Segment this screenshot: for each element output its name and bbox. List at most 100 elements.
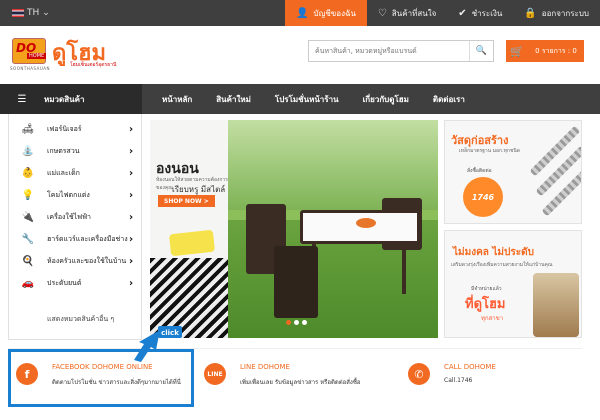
my-account-link[interactable]: 👤 บัญชีของฉัน [285, 0, 367, 26]
heart-icon: ♡ [377, 7, 387, 19]
phone-number: 1746 [471, 192, 495, 202]
search-input[interactable] [309, 41, 469, 61]
plants-ad[interactable]: ไม่มงคล ไม่ประดับ เสริมดวงรุ่งเรืองเพิ่ม… [444, 230, 582, 338]
line-contact[interactable]: LINE LINE DOHOME เพิ่มเพื่อนเลย รับข้อมู… [196, 349, 396, 407]
category-sidebar: 🛋 เฟอร์นิเจอร์ › ⛲ เกษตรสวน › 👶 แม่และเด… [8, 114, 142, 340]
plant-pot-image [533, 273, 579, 337]
banner-pillow [168, 229, 216, 257]
sidebar-item-kitchen[interactable]: 🍳 ห้องครัวและของใช้ในบ้าน › [9, 250, 141, 272]
sidebar-item-car-accessories[interactable]: 🚗 ประดับยนต์ › [9, 272, 141, 294]
thai-flag-icon [12, 9, 24, 17]
ad-subtitle: เหล็กมาตรฐาน มอก.ทุกชนิด [459, 148, 521, 154]
sidebar-item-garden[interactable]: ⛲ เกษตรสวน › [9, 140, 141, 162]
sidebar-item-label: โคมไฟตกแต่ง [47, 190, 90, 199]
category-menu-toggle[interactable]: ☰ หมวดสินค้า [0, 84, 142, 114]
account-links: 👤 บัญชีของฉัน ♡ สินค้าที่สนใจ ✔ ชำระเงิน… [285, 0, 600, 26]
line-description: เพิ่มเพื่อนเลย รับข้อมูลข่าวสาร หรือติดต… [240, 379, 361, 386]
nav-new-products[interactable]: สินค้าใหม่ [204, 84, 263, 114]
appliance-icon: 🔌 [21, 211, 35, 223]
sidebar-item-label: แม่และเด็ก [47, 168, 80, 177]
click-badge-text: click [161, 329, 179, 337]
chevron-right-icon: › [129, 189, 134, 201]
chevron-right-icon: › [129, 211, 134, 223]
language-selector[interactable]: TH ⌄ [12, 6, 50, 20]
brand-tagline: โฮมเซ็นเตอร์อุดรธานี [70, 62, 117, 68]
contact-strip: f FACEBOOK DOHOME ONLINE ติดตามโปรโมชั่น… [8, 348, 582, 407]
cart-button[interactable]: 🛒 0 รายการ : 0 [506, 40, 584, 62]
chevron-right-icon: › [129, 277, 134, 289]
nav-promotions[interactable]: โปรโมชั่นหน้าร้าน [263, 84, 351, 114]
show-all-categories-link[interactable]: แสดงหมวดสินค้าอื่น ๆ [47, 314, 114, 325]
nav-contact[interactable]: ติดต่อเรา [421, 84, 477, 114]
banner-text-panel: องนอน ห้องนอนให้สวยตามความต้องการของคุณ … [150, 120, 228, 338]
nav-home[interactable]: หน้าหลัก [150, 84, 204, 114]
phone-icon: ✆ [408, 363, 430, 385]
shop-now-button[interactable]: SHOP NOW > [158, 195, 215, 207]
checkout-link[interactable]: ✔ ชำระเงิน [447, 0, 513, 26]
sidebar-item-furniture[interactable]: 🛋 เฟอร์นิเจอร์ › [9, 118, 141, 140]
baby-icon: 👶 [21, 167, 35, 179]
hero-banner[interactable]: องนอน ห้องนอนให้สวยตามความต้องการของคุณ … [150, 120, 438, 338]
sidebar-item-label: ฮาร์ดแวร์และเครื่องมือช่าง [47, 234, 128, 243]
top-bar: TH ⌄ 👤 บัญชีของฉัน ♡ สินค้าที่สนใจ ✔ ชำร… [0, 0, 600, 26]
search-button[interactable]: 🔍 [469, 41, 493, 61]
banner-table-leg [402, 244, 406, 294]
ad-title: ไม่มงคล ไม่ประดับ [453, 247, 534, 258]
sidebar-item-lamps[interactable]: 💡 โคมไฟตกแต่ง › [9, 184, 141, 206]
wishlist-link[interactable]: ♡ สินค้าที่สนใจ [367, 0, 447, 26]
search-box: 🔍 [308, 40, 494, 62]
call-contact[interactable]: ✆ CALL DOHOME Call.1746 [400, 349, 580, 407]
ad-subtitle: เสริมดวงรุ่งเรืองเพิ่มความสวยงามให้แก่บ้… [451, 262, 553, 268]
logout-label: ออกจากระบบ [541, 8, 589, 18]
checkout-label: ชำระเงิน [471, 8, 503, 18]
rebar-image [535, 145, 581, 197]
sidebar-item-hardware[interactable]: 🔧 ฮาร์ดแวร์และเครื่องมือช่าง › [9, 228, 141, 250]
chevron-right-icon: › [129, 167, 134, 179]
line-title: LINE DOHOME [240, 363, 290, 371]
site-header: DO HOME SOONTHASAUAN ดูโฮม โฮมเซ็นเตอร์อ… [0, 26, 600, 84]
chevron-right-icon: › [129, 233, 134, 245]
dohome-logo[interactable]: DO HOME [12, 38, 47, 64]
car-icon: 🚗 [21, 277, 35, 289]
logout-link[interactable]: 🔒 ออกจากระบบ [513, 0, 600, 26]
ad-order-text: สั่งซื้อติดต่อ [467, 168, 492, 174]
phone-badge: 1746 [463, 177, 503, 217]
tools-icon: 🔧 [21, 233, 35, 245]
user-icon: 👤 [296, 7, 309, 19]
search-icon: 🔍 [475, 46, 488, 56]
nav-about[interactable]: เกี่ยวกับดูโฮม [351, 84, 421, 114]
lamp-icon: 💡 [21, 189, 35, 201]
ad-available-text: มีจำหน่ายแล้ว [471, 286, 502, 292]
click-arrow-icon: click [134, 326, 182, 362]
language-code: TH [27, 8, 40, 18]
line-icon: LINE [204, 363, 226, 385]
sofa-icon: 🛋 [21, 123, 35, 135]
banner-chair [274, 246, 318, 318]
category-menu-label: หมวดสินค้า [44, 94, 85, 104]
carousel-dot[interactable] [302, 320, 307, 325]
logo-home-text: HOME [27, 53, 47, 59]
rebar-image [529, 125, 581, 177]
arrow-shape [134, 330, 160, 362]
sidebar-item-label: เครื่องใช้ไฟฟ้า [47, 212, 91, 221]
sidebar-item-label: เฟอร์นิเจอร์ [47, 124, 82, 133]
watering-can-icon: ⛲ [21, 145, 35, 157]
chevron-right-icon: › [129, 255, 134, 267]
construction-material-ad[interactable]: วัสดุก่อสร้าง เหล็กมาตรฐาน มอก.ทุกชนิด ส… [444, 120, 582, 224]
sidebar-item-label: ประดับยนต์ [47, 278, 82, 287]
banner-fruit-bowl [356, 218, 376, 228]
ad-branch-text: ทุกสาขา [481, 315, 504, 322]
sidebar-item-appliances[interactable]: 🔌 เครื่องใช้ไฟฟ้า › [9, 206, 141, 228]
call-number: Call.1746 [444, 377, 473, 384]
chevron-right-icon: › [129, 145, 134, 157]
kitchen-icon: 🍳 [21, 255, 35, 267]
chevron-right-icon: › [129, 123, 134, 135]
chevron-down-icon: ⌄ [42, 8, 50, 18]
carousel-dot[interactable] [294, 320, 299, 325]
main-nav: ☰ หมวดสินค้า หน้าหลัก สินค้าใหม่ โปรโมชั… [0, 84, 600, 114]
hamburger-icon: ☰ [17, 93, 27, 105]
carousel-dot[interactable] [286, 320, 291, 325]
my-account-label: บัญชีของฉัน [313, 8, 356, 18]
sidebar-item-mother-baby[interactable]: 👶 แม่และเด็ก › [9, 162, 141, 184]
wishlist-label: สินค้าที่สนใจ [391, 8, 437, 18]
